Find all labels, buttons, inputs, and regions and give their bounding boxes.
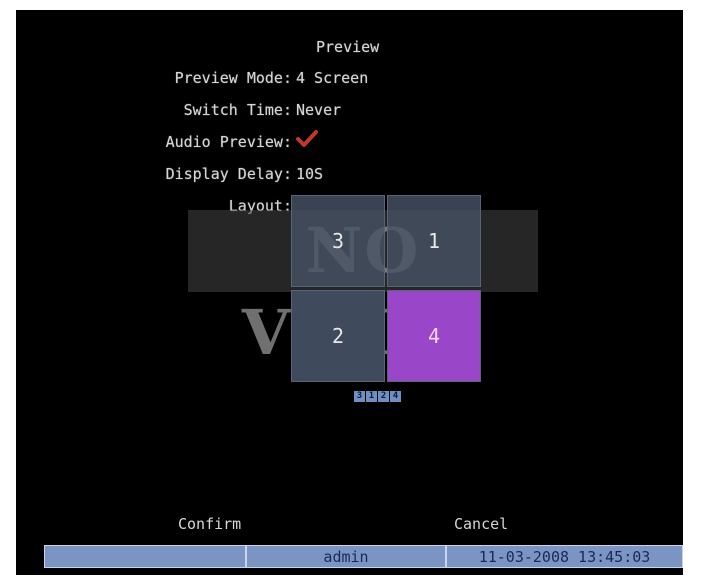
status-bar-left [44,545,246,568]
layout-cell-4-selected[interactable]: 4 [387,290,481,382]
sequence-item: 2 [378,391,389,402]
current-user: admin [246,545,446,568]
preview-mode-select[interactable]: 4 Screen [296,69,368,87]
display-delay-label: Display Delay: [165,165,292,183]
sequence-item: 4 [390,391,401,402]
layout-cell-3[interactable]: 3 [291,195,385,287]
layout-cell-2[interactable]: 2 [291,290,385,382]
sequence-item: 1 [366,391,377,402]
cancel-button[interactable]: Cancel [454,515,508,533]
audio-preview-checkbox[interactable] [296,128,318,148]
datetime-display: 11-03-2008 13:45:03 [446,545,683,568]
dvr-preview-screen: Preview Preview Mode: 4 Screen Switch Ti… [16,10,683,575]
page-title: Preview [316,38,380,56]
layout-sequence-indicator: 3 1 2 4 [354,391,401,402]
status-bar: admin 11-03-2008 13:45:03 [44,545,683,568]
checkmark-icon [296,130,318,147]
layout-cell-1[interactable]: 1 [387,195,481,287]
confirm-button[interactable]: Confirm [178,515,241,533]
switch-time-label: Switch Time: [183,101,292,119]
audio-preview-label: Audio Preview: [165,133,292,151]
preview-mode-label: Preview Mode: [174,69,292,87]
display-delay-select[interactable]: 10S [296,165,323,183]
switch-time-select[interactable]: Never [296,101,341,119]
sequence-item: 3 [354,391,365,402]
